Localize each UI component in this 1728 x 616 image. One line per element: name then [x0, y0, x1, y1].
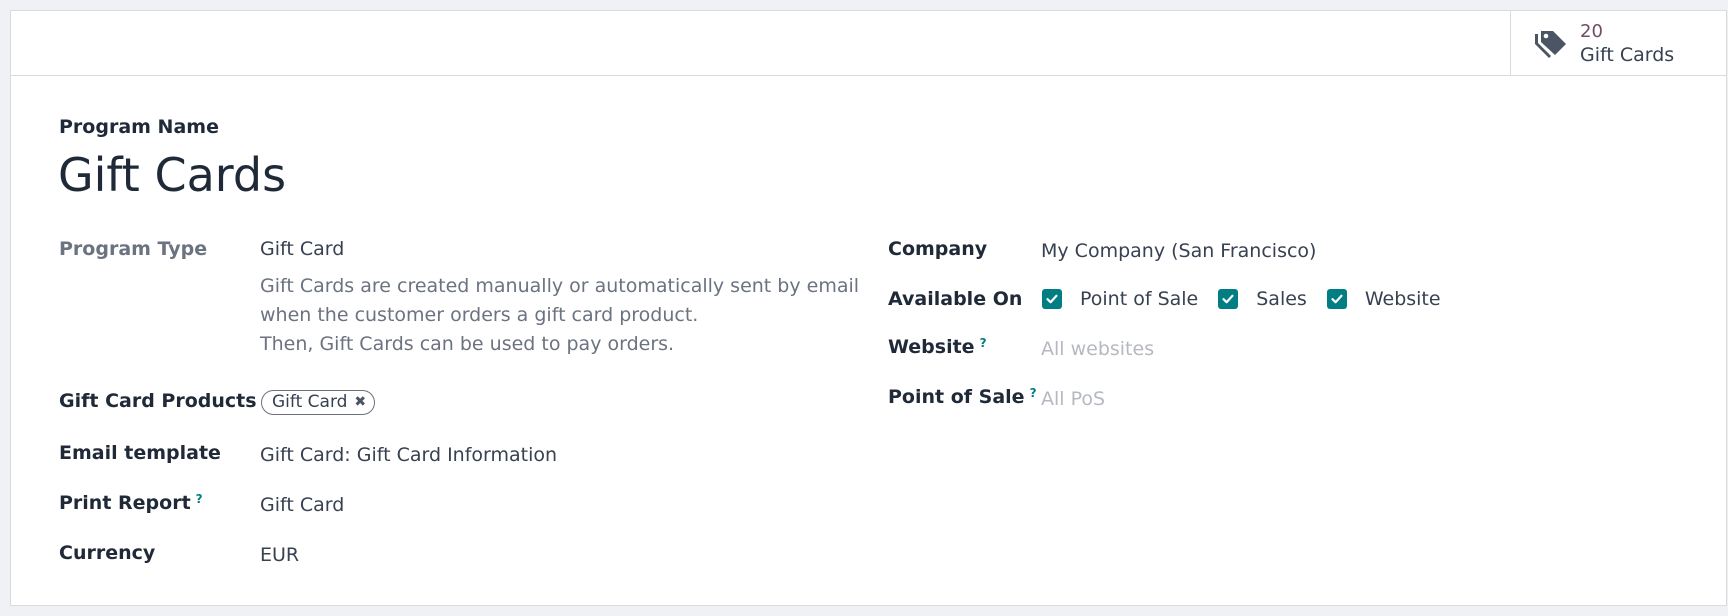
available-on-label: Available On	[888, 288, 1023, 310]
option-label: Point of Sale	[1080, 288, 1199, 310]
gift-cards-smart-button[interactable]: 20 Gift Cards	[1510, 11, 1726, 75]
description-line: Gift Cards are created manually or autom…	[260, 275, 860, 297]
product-tag: Gift Card ✖	[261, 390, 376, 415]
point-of-sale-label-text: Point of Sale	[888, 386, 1025, 408]
program-type-label: Program Type	[59, 238, 208, 260]
print-report-field[interactable]: Gift Card	[260, 493, 344, 517]
gift-card-products-label: Gift Card Products	[59, 390, 257, 412]
company-label: Company	[888, 238, 988, 260]
currency-field[interactable]: EUR	[260, 543, 299, 567]
email-template-field[interactable]: Gift Card: Gift Card Information	[260, 443, 557, 467]
product-tag-label: Gift Card	[272, 392, 348, 412]
email-template-label: Email template	[59, 442, 221, 464]
help-icon[interactable]: ?	[196, 492, 203, 506]
program-type-description: Gift Cards are created manually or autom…	[260, 272, 859, 359]
point-of-sale-field[interactable]: All PoS	[1041, 387, 1105, 411]
checkbox-checked-icon[interactable]	[1218, 289, 1239, 309]
website-label-text: Website	[888, 336, 975, 358]
website-field[interactable]: All websites	[1041, 337, 1154, 361]
option-point-of-sale[interactable]: Point of Sale	[1042, 287, 1198, 311]
button-box: 20 Gift Cards	[11, 11, 1726, 76]
website-label: Website?	[888, 335, 987, 359]
option-label: Sales	[1256, 288, 1307, 310]
gift-cards-label: Gift Cards	[1580, 44, 1675, 66]
help-icon[interactable]: ?	[980, 336, 987, 350]
program-name-label: Program Name	[59, 116, 219, 138]
point-of-sale-label: Point of Sale?	[888, 385, 1037, 409]
option-website[interactable]: Website	[1326, 287, 1441, 311]
program-type-field[interactable]: Gift Card	[260, 237, 344, 261]
gift-cards-count: 20	[1580, 21, 1603, 42]
currency-label: Currency	[59, 542, 156, 564]
remove-tag-icon[interactable]: ✖	[354, 391, 366, 414]
checkbox-checked-icon[interactable]	[1042, 289, 1062, 309]
description-line: when the customer orders a gift card pro…	[260, 304, 699, 326]
help-icon[interactable]: ?	[1030, 386, 1037, 400]
form-sheet: 20 Gift Cards Program Name Gift Cards Pr…	[10, 10, 1727, 606]
print-report-label-text: Print Report	[59, 492, 191, 514]
program-name-field[interactable]: Gift Cards	[58, 147, 286, 203]
tags-icon	[1535, 31, 1566, 58]
option-sales[interactable]: Sales	[1218, 287, 1307, 311]
print-report-label: Print Report?	[59, 491, 203, 515]
option-label: Website	[1364, 288, 1441, 310]
company-field[interactable]: My Company (San Francisco)	[1041, 239, 1316, 263]
description-line: Then, Gift Cards can be used to pay orde…	[260, 333, 675, 355]
checkbox-checked-icon[interactable]	[1326, 289, 1347, 309]
available-on-options: Point of Sale Sales Website	[1042, 287, 1461, 311]
